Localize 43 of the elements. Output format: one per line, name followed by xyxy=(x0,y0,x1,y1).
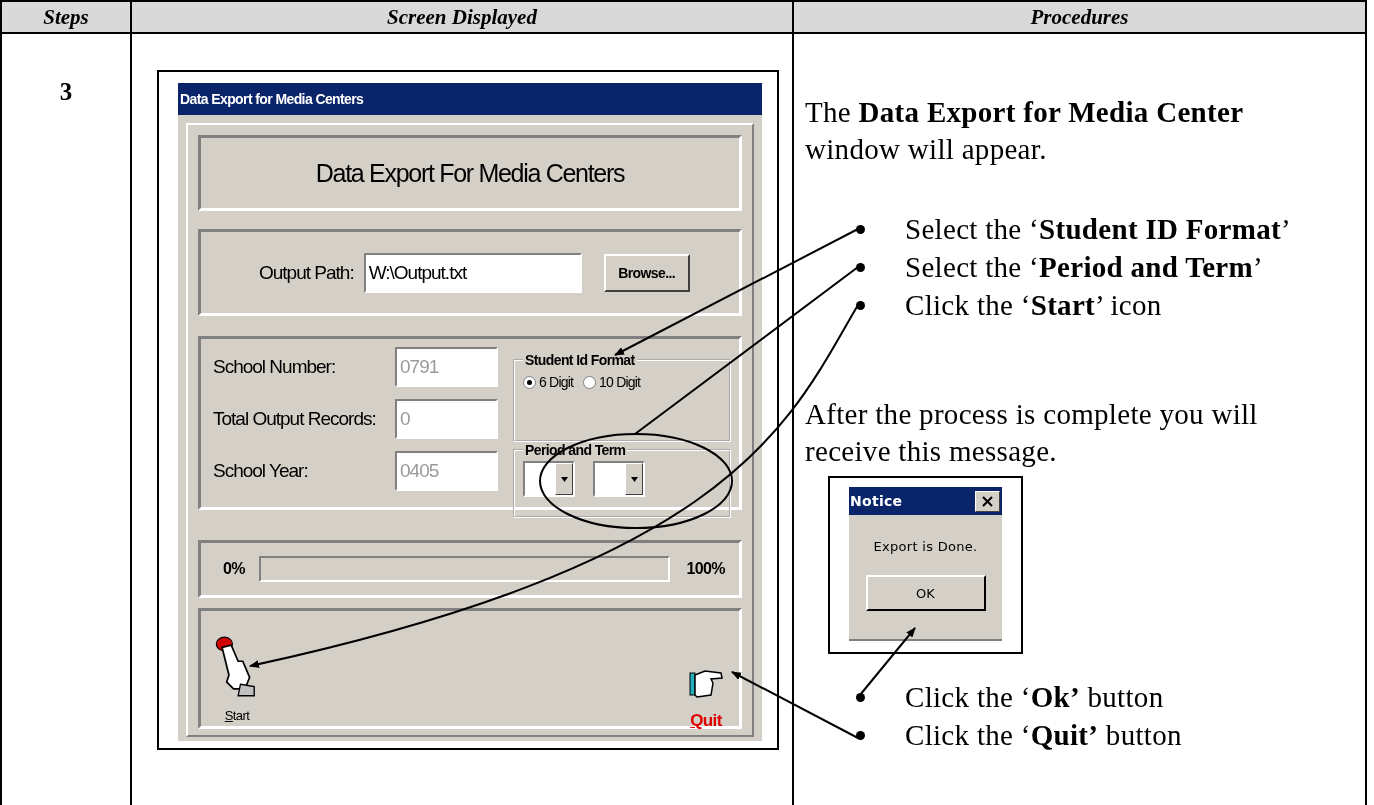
column-header: Steps xyxy=(43,4,89,30)
radio-option[interactable]: 10 Digit xyxy=(583,374,641,390)
browse-button[interactable]: Browse... xyxy=(603,253,690,292)
group-title: Student Id Format xyxy=(524,352,636,368)
intro-text: The Data Export for Media Center window will appear. xyxy=(805,95,1245,167)
instruction-text: Click the ‘Ok’ button xyxy=(905,679,1165,715)
column-header: Screen Displayed xyxy=(387,4,537,30)
radio-icon[interactable] xyxy=(583,375,597,389)
bullet-icon xyxy=(856,692,865,702)
bullet-icon xyxy=(856,224,865,234)
output-path-field[interactable]: W:\Output.txt xyxy=(363,252,582,293)
caret-icon xyxy=(630,476,638,482)
bullet-icon xyxy=(856,730,865,740)
caret-icon xyxy=(560,476,568,482)
progress-start-label: 0% xyxy=(223,560,245,578)
field-label: School Number: xyxy=(213,356,337,378)
message-text: After the process is complete you will receive this message. xyxy=(805,397,1259,469)
pointing-hand-icon xyxy=(689,667,723,701)
start-button[interactable]: Start xyxy=(215,617,259,723)
instruction-text: Select the ‘Period and Term’ xyxy=(905,249,1264,285)
column-header: Procedures xyxy=(1030,4,1129,30)
close-button[interactable] xyxy=(975,490,1000,512)
instruction-text: Click the ‘Quit’ button xyxy=(905,717,1183,753)
radio-icon[interactable] xyxy=(523,375,536,389)
bullet-icon xyxy=(856,262,865,272)
dialog-heading: Data Export For Media Centers xyxy=(315,158,625,188)
output-path-label: Output Path: xyxy=(259,261,354,284)
instruction-text: Select the ‘Student ID Format’ xyxy=(905,211,1292,247)
notice-message: Export is Done. xyxy=(873,539,978,555)
group-title: Period and Term xyxy=(524,442,627,458)
dialog-title: Notice xyxy=(850,493,903,509)
window-title: Data Export for Media Centers xyxy=(180,91,364,107)
step-number: 3 xyxy=(59,78,73,107)
dropdown[interactable] xyxy=(523,461,575,497)
dropdown[interactable] xyxy=(593,461,645,497)
close-icon xyxy=(982,495,993,507)
bullet-icon xyxy=(856,300,865,310)
instruction-text: Click the ‘Start’ icon xyxy=(905,287,1163,323)
field-label: School Year: xyxy=(213,460,309,482)
progress-end-label: 100% xyxy=(686,560,725,578)
radio-option[interactable]: 6 Digit xyxy=(523,374,574,390)
field-label: Total Output Records: xyxy=(213,408,377,430)
ok-button[interactable]: OK xyxy=(865,575,986,611)
